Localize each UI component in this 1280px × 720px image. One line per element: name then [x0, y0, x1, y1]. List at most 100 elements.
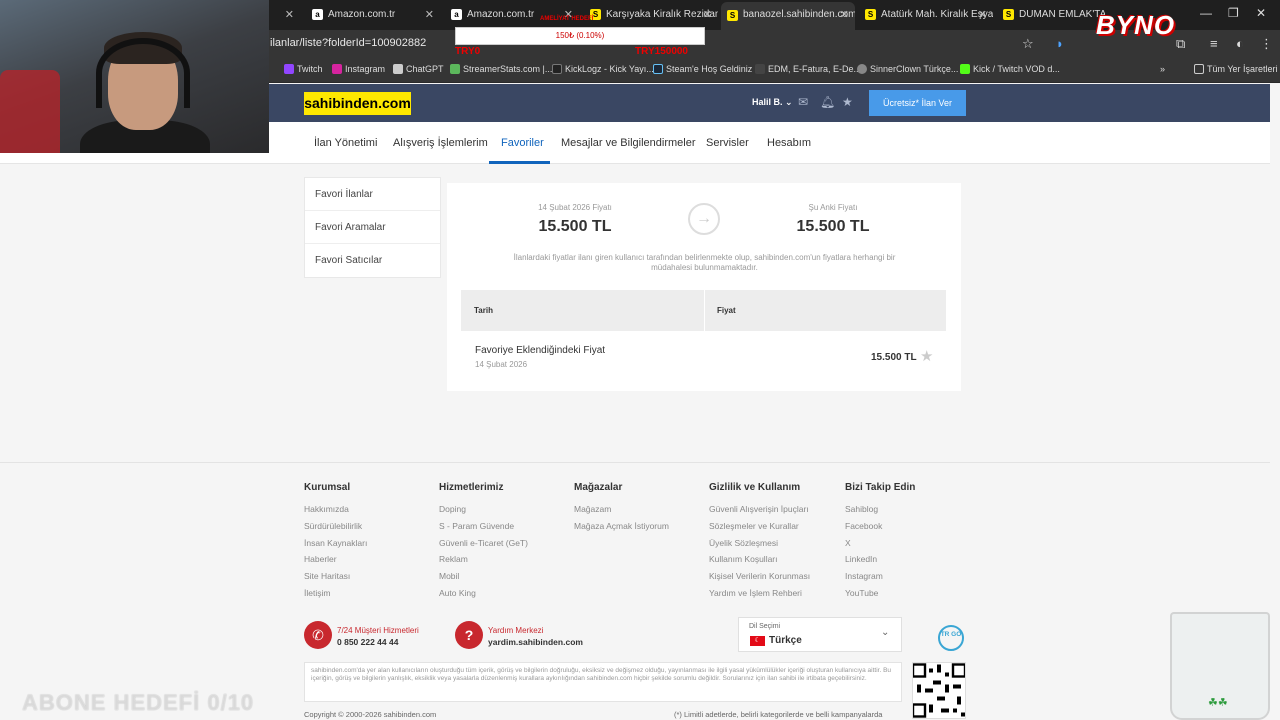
profile-icon[interactable]: ◐ — [1236, 36, 1244, 51]
streamer-brand-logo: BYNO — [1096, 10, 1176, 40]
tab-karsiyaka[interactable]: S Karşıyaka Kiralık Rezidans ✕ — [584, 4, 718, 26]
tab-amazon-2[interactable]: a Amazon.com.tr ✕ — [445, 4, 579, 26]
tab-close-icon[interactable]: ✕ — [564, 4, 573, 26]
price-table-header: Tarih Fiyat — [461, 290, 946, 331]
footer-link[interactable]: YouTube — [845, 585, 915, 602]
bookmark-kicklogz[interactable]: KickLogz - Kick Yayı... — [552, 64, 654, 74]
nav-servisler[interactable]: Servisler — [706, 137, 749, 149]
bookmark-edm[interactable]: EDM, E-Fatura, E-De... — [755, 64, 861, 74]
bookmark-steam[interactable]: Steam'e Hoş Geldiniz — [653, 64, 752, 74]
help-question-icon: ? — [455, 621, 483, 649]
footer-link[interactable]: Yardım ve İşlem Rehberi — [709, 585, 810, 602]
footer-col-title: Mağazalar — [574, 482, 623, 493]
tab-close-icon[interactable]: ✕ — [285, 4, 294, 26]
user-menu[interactable]: Halil B. ⌄ — [752, 97, 793, 108]
donation-goal-max: TRY150000 — [635, 46, 688, 57]
twitch-icon — [284, 64, 294, 74]
nav-favoriler[interactable]: Favoriler — [501, 137, 544, 149]
notifications-bell-icon[interactable]: 🔔︎ — [820, 95, 835, 109]
trgo-badge-icon: TR GO — [938, 625, 964, 651]
footer-link[interactable]: Sözleşmeler ve Kurallar — [709, 518, 810, 535]
footer-col-gizlilik: Gizlilik ve Kullanım Güvenli Alışverişin… — [709, 482, 810, 602]
footer-link[interactable]: Hakkımızda — [304, 501, 367, 518]
tab-close-icon[interactable]: ✕ — [840, 2, 849, 28]
footer-link[interactable]: Güvenli Alışverişin İpuçları — [709, 501, 810, 518]
footer-link[interactable]: Facebook — [845, 518, 915, 535]
language-select[interactable]: Dil Seçimi ☾ Türkçe ⌄ — [738, 617, 902, 652]
side-item-favori-aramalar[interactable]: Favori Aramalar — [305, 211, 440, 244]
bookmark-chatgpt[interactable]: ChatGPT — [393, 64, 444, 74]
footer-col-title: Kurumsal — [304, 482, 351, 493]
price-history-card: 14 Şubat 2026 Fiyatı 15.500 TL → Şu Anki… — [447, 183, 961, 391]
star-icon[interactable]: ★ — [920, 347, 933, 365]
footnote: (*) Limitli adetlerde, belirli kategoril… — [674, 710, 883, 719]
post-ad-button[interactable]: Ücretsiz* İlan Ver — [869, 90, 966, 116]
menu-dots-icon[interactable]: ⋮ — [1260, 36, 1273, 52]
streamerstats-icon — [450, 64, 460, 74]
extension-icon[interactable]: ◗ — [1056, 36, 1064, 51]
tab-close-icon[interactable]: ✕ — [978, 4, 987, 26]
close-window-icon[interactable]: ✕ — [1256, 6, 1266, 20]
gaming-chair — [0, 70, 60, 153]
footer-link[interactable]: İnsan Kaynakları — [304, 535, 367, 552]
footer-link[interactable]: Haberler — [304, 551, 367, 568]
footer-link[interactable]: Reklam — [439, 551, 528, 568]
site-logo[interactable]: sahibinden.com — [304, 92, 411, 115]
footer-link[interactable]: Kişisel Verilerin Korunması — [709, 568, 810, 585]
favorites-star-icon[interactable]: ★ — [842, 95, 853, 109]
footer-link[interactable]: Site Haritası — [304, 568, 367, 585]
tab-banaozel[interactable]: Sbanaozel.sahibinden.com ✕ — [721, 2, 855, 30]
side-item-favori-ilanlar[interactable]: Favori İlanlar — [305, 178, 440, 211]
footer-link[interactable]: Sahiblog — [845, 501, 915, 518]
webcam-overlay — [0, 0, 269, 153]
footer-link[interactable]: İletişim — [304, 585, 367, 602]
maximize-icon[interactable]: ❐ — [1228, 6, 1239, 20]
footer-link[interactable]: Sürdürülebilirlik — [304, 518, 367, 535]
footer-link[interactable]: Instagram — [845, 568, 915, 585]
footer-link[interactable]: Doping — [439, 501, 528, 518]
footer-link[interactable]: Kullanım Koşulları — [709, 551, 810, 568]
tab-amazon-1[interactable]: a Amazon.com.tr ✕ — [306, 4, 440, 26]
footer-link[interactable]: X — [845, 535, 915, 552]
tab-ataturk[interactable]: S Atatürk Mah. Kiralık Eşya ✕ — [859, 4, 993, 26]
row-price: 15.500 TL — [871, 352, 917, 363]
footer-col-title: Bizi Takip Edin — [845, 482, 916, 493]
footer-link[interactable]: Auto King — [439, 585, 528, 602]
chatgpt-icon — [393, 64, 403, 74]
tab-close-icon[interactable]: ✕ — [703, 4, 712, 26]
extensions-puzzle-icon[interactable]: ⧉ — [1176, 36, 1185, 52]
bookmark-streamerstats[interactable]: StreamerStats.com |... — [450, 64, 552, 74]
nav-ilan-yonetimi[interactable]: İlan Yönetimi — [314, 137, 377, 149]
bookmark-instagram[interactable]: Instagram — [332, 64, 385, 74]
tab-close-icon[interactable]: ✕ — [425, 4, 434, 26]
qr-code-icon — [912, 662, 966, 719]
tab-0[interactable]: ✕ — [270, 4, 300, 26]
url-field[interactable]: ilanlar/liste?folderId=100902882 — [270, 37, 426, 49]
side-item-favori-saticilar[interactable]: Favori Satıcılar — [305, 244, 440, 277]
steam-icon — [653, 64, 663, 74]
footer-link[interactable]: Güvenli e-Ticaret (GeT) — [439, 535, 528, 552]
footer-col-takip: Bizi Takip Edin Sahiblog Facebook X Link… — [845, 482, 915, 602]
bookmarks-overflow-icon[interactable]: » — [1160, 64, 1165, 74]
clover-icon: ☘☘ — [1208, 697, 1228, 709]
bookmark-kick-vod[interactable]: Kick / Twitch VOD d... — [960, 64, 1060, 74]
nav-alisveris[interactable]: Alışveriş İşlemlerim — [393, 137, 488, 149]
tab-duman[interactable]: SDUMAN EMLAK'TAN EĞ — [997, 4, 1105, 26]
footer-link[interactable]: Mağazam — [574, 501, 669, 518]
nav-mesajlar[interactable]: Mesajlar ve Bilgilendirmeler — [561, 137, 696, 149]
donation-goal-min: TRY0 — [455, 46, 481, 57]
footer-link[interactable]: LinkedIn — [845, 551, 915, 568]
bookmark-sinnerclown[interactable]: SinnerClown Türkçe... — [857, 64, 958, 74]
footer-link[interactable]: S - Param Güvende — [439, 518, 528, 535]
footer-link[interactable]: Mobil — [439, 568, 528, 585]
bookmark-star-icon[interactable]: ☆ — [1022, 36, 1034, 52]
footer-link[interactable]: Üyelik Sözleşmesi — [709, 535, 810, 552]
media-icon[interactable]: ≡ — [1210, 36, 1218, 51]
legal-disclaimer: sahibinden.com'da yer alan kullanıcıları… — [304, 662, 902, 702]
messages-icon[interactable]: ✉ — [798, 95, 808, 109]
nav-hesabim[interactable]: Hesabım — [767, 137, 811, 149]
footer-link[interactable]: Mağaza Açmak İstiyorum — [574, 518, 669, 535]
all-bookmarks[interactable]: Tüm Yer İşaretleri — [1194, 64, 1278, 74]
minimize-icon[interactable]: — — [1200, 6, 1212, 20]
bookmark-twitch[interactable]: Twitch — [284, 64, 323, 74]
